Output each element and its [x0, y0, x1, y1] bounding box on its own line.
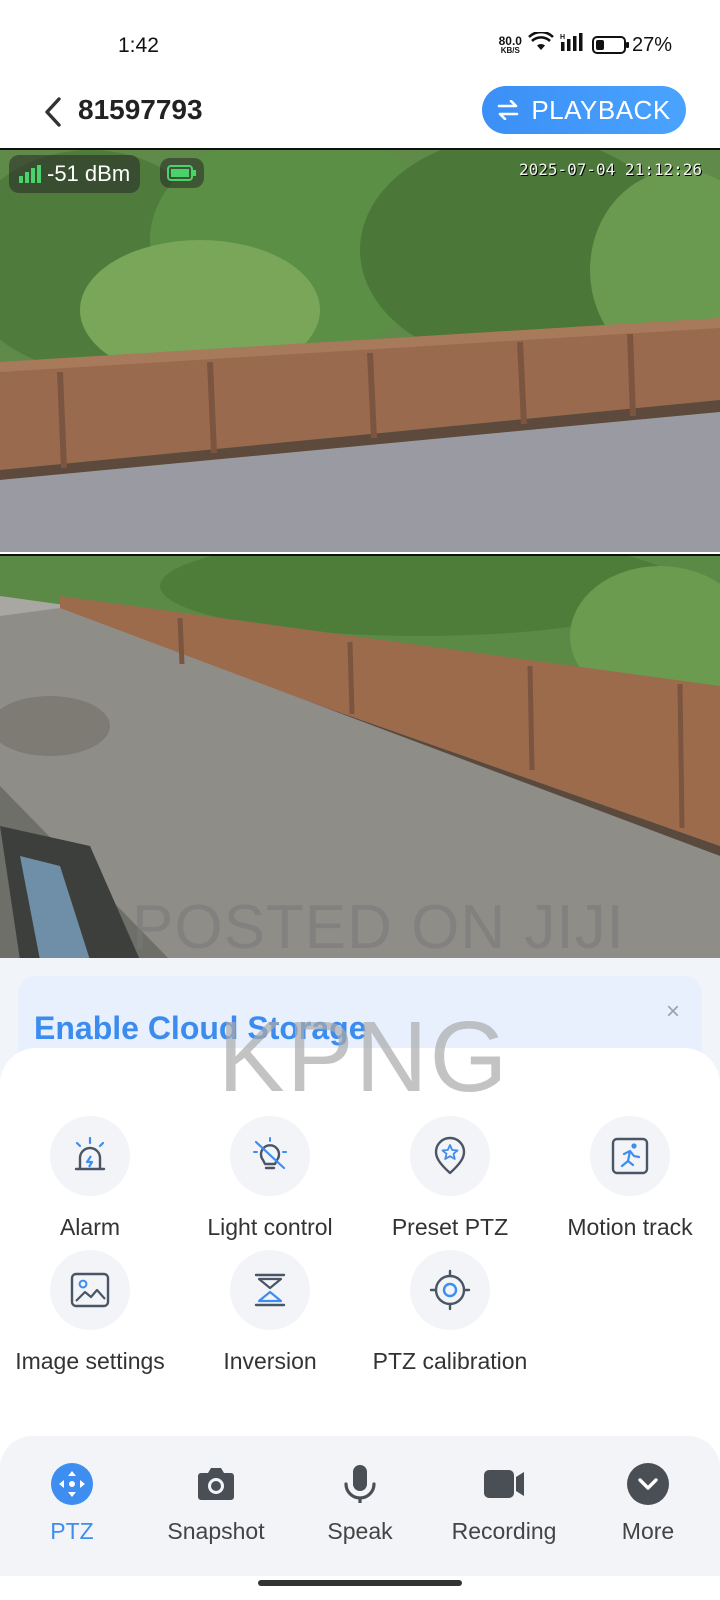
toolbar-label: Snapshot	[167, 1518, 265, 1544]
watermark-text: POSTED ON JIJI	[132, 893, 625, 962]
toolbar-speak[interactable]: Speak	[290, 1462, 430, 1545]
home-indicator[interactable]	[258, 1580, 462, 1586]
camera-timestamp: 2025-07-04 21:12:26	[518, 160, 702, 179]
svg-text:H: H	[560, 34, 565, 41]
ptz-icon	[50, 1462, 94, 1506]
cell-signal-icon: H	[560, 32, 586, 58]
control-motion-track[interactable]: Motion track	[540, 1116, 720, 1241]
control-light[interactable]: Light control	[180, 1116, 360, 1241]
camera-scene-wall	[0, 150, 720, 552]
battery-percent: 27%	[631, 33, 672, 56]
status-bar: 1:42 80.0 KB/S H 27%	[0, 0, 720, 80]
ptz-calibration-icon	[410, 1250, 490, 1330]
motion-track-icon	[590, 1116, 670, 1196]
light-control-icon	[230, 1116, 310, 1196]
alarm-icon	[50, 1116, 130, 1196]
network-speed-unit: KB/S	[500, 46, 520, 55]
control-label: Light control	[207, 1214, 333, 1240]
signal-strength-badge: -51 dBm	[9, 155, 141, 193]
playback-button[interactable]: PLAYBACK	[482, 86, 686, 134]
toolbar-ptz[interactable]: PTZ	[2, 1462, 142, 1545]
inversion-icon	[230, 1250, 310, 1330]
toolbar-recording[interactable]: Recording	[434, 1462, 574, 1545]
network-speed: 80.0 KB/S	[499, 35, 522, 55]
toolbar-label: More	[621, 1518, 675, 1544]
microphone-icon	[338, 1462, 382, 1506]
close-icon[interactable]: ×	[666, 998, 680, 1026]
control-label: Alarm	[59, 1214, 121, 1240]
chevron-down-icon	[626, 1462, 670, 1506]
camera-battery-badge	[160, 158, 204, 188]
signal-bars-icon	[19, 165, 41, 183]
wifi-icon	[528, 30, 554, 58]
swap-arrows-icon	[498, 100, 519, 120]
video-record-icon	[482, 1462, 526, 1506]
preset-ptz-icon	[410, 1116, 490, 1196]
control-label: Motion track	[567, 1214, 693, 1240]
status-time: 1:42	[118, 34, 159, 57]
signal-strength-value: -51 dBm	[47, 161, 131, 186]
image-settings-icon	[50, 1250, 130, 1330]
control-label: Image settings	[15, 1348, 165, 1374]
app-header: 81597793 PLAYBACK	[0, 80, 720, 146]
camera-live-screen: 1:42 80.0 KB/S H 27% 81597793 PLAYBACK -…	[0, 0, 720, 1600]
device-title: 81597793	[78, 94, 203, 125]
back-button[interactable]	[38, 92, 68, 132]
chevron-left-icon	[45, 97, 61, 127]
control-label: Preset PTZ	[391, 1214, 509, 1240]
control-image-settings[interactable]: Image settings	[0, 1250, 180, 1375]
toolbar-label: Speak	[327, 1518, 393, 1544]
camera-icon	[194, 1462, 238, 1506]
status-indicators: 80.0 KB/S H 27%	[499, 30, 672, 58]
watermark-logo: KPNG	[218, 1001, 510, 1113]
camera-feed-top[interactable]: -51 dBm 2025-07-04 21:12:26	[0, 148, 720, 552]
control-alarm[interactable]: Alarm	[0, 1116, 180, 1241]
control-inversion[interactable]: Inversion	[180, 1250, 360, 1375]
toolbar-more[interactable]: More	[578, 1462, 718, 1545]
control-ptz-calibration[interactable]: PTZ calibration	[360, 1250, 540, 1375]
toolbar-label: Recording	[451, 1518, 557, 1544]
playback-label: PLAYBACK	[531, 94, 671, 125]
bottom-toolbar: PTZ Snapshot Speak Recording More	[0, 1436, 720, 1576]
control-label: PTZ calibration	[372, 1348, 528, 1374]
camera-battery-icon	[167, 165, 196, 181]
toolbar-label: PTZ	[50, 1518, 94, 1544]
toolbar-snapshot[interactable]: Snapshot	[146, 1462, 286, 1545]
control-label: Inversion	[223, 1348, 317, 1374]
battery-icon	[591, 36, 629, 54]
control-preset-ptz[interactable]: Preset PTZ	[360, 1116, 540, 1241]
